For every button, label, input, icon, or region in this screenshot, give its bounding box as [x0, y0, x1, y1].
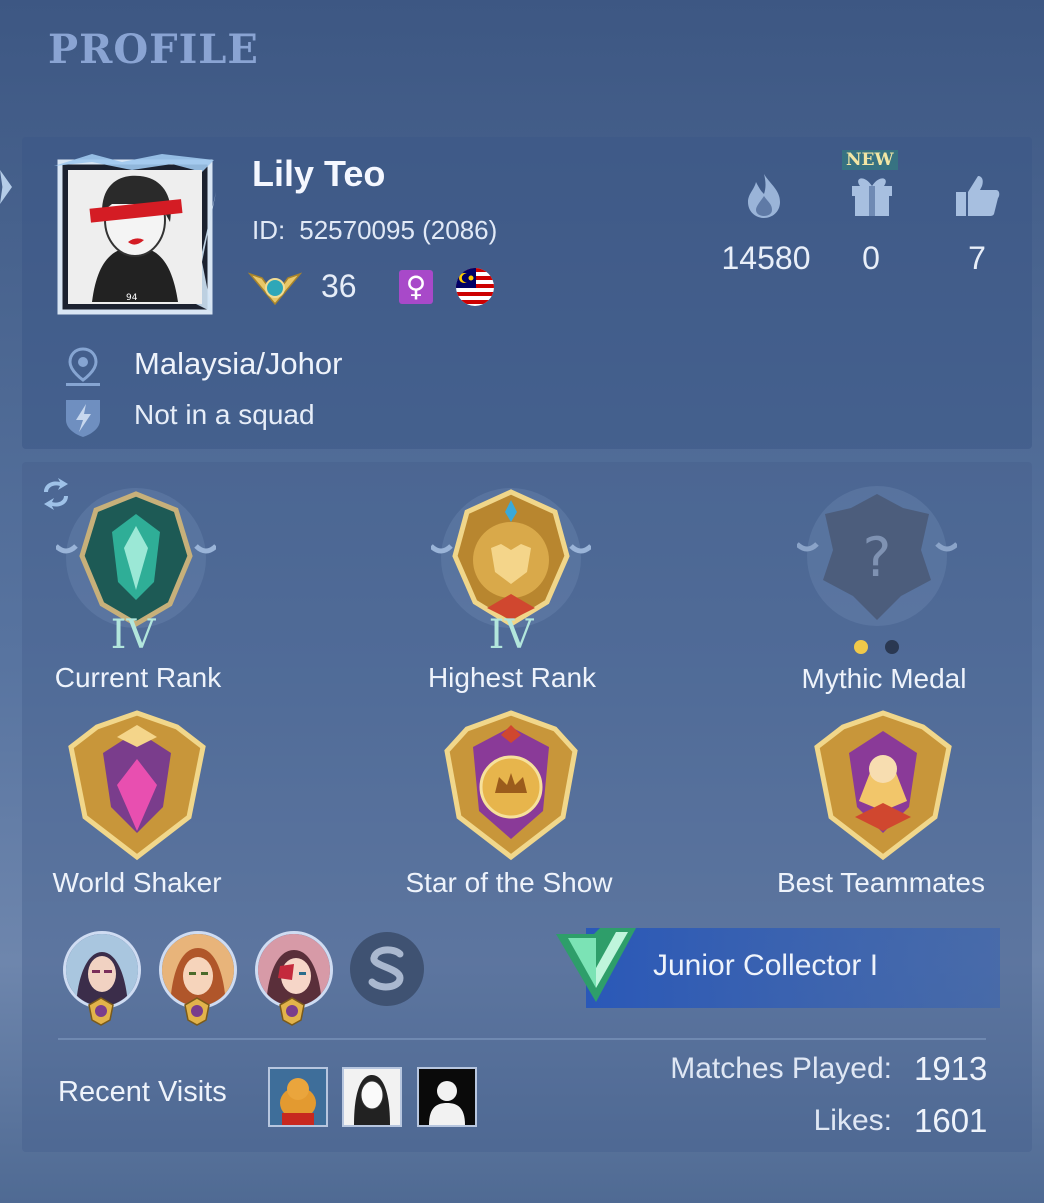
- svg-text:94: 94: [126, 293, 138, 303]
- carousel-dot[interactable]: [885, 640, 899, 654]
- location-text: Malaysia/Johor: [134, 346, 343, 381]
- likes-count-top: 7: [968, 240, 986, 276]
- matches-played-value: 1913: [914, 1050, 988, 1087]
- new-badge: NEW: [842, 150, 898, 170]
- level-badge-icon: [247, 268, 303, 310]
- recent-visitor-1[interactable]: [268, 1067, 328, 1127]
- player-id: ID: 52570095 (2086): [252, 215, 497, 246]
- carousel-dot-active[interactable]: [854, 640, 868, 654]
- recent-visitor-3[interactable]: [417, 1067, 477, 1127]
- world-shaker-medal[interactable]: [57, 707, 217, 867]
- profile-avatar[interactable]: 94: [52, 152, 218, 318]
- popularity-count: 14580: [721, 240, 811, 276]
- highest-rank-label: Highest Rank: [427, 662, 597, 693]
- gift-icon[interactable]: [848, 172, 896, 220]
- location-pin-icon: [62, 346, 104, 388]
- mythic-medal-locked[interactable]: ?: [795, 484, 959, 644]
- skin-icon[interactable]: [350, 932, 424, 1006]
- current-rank-label: Current Rank: [54, 662, 222, 693]
- side-arrow-indicator[interactable]: [0, 170, 12, 204]
- mythic-medal-label: Mythic Medal: [801, 663, 967, 694]
- player-id-value: 52570095 (2086): [299, 215, 498, 245]
- recent-visits-label: Recent Visits: [58, 1076, 227, 1108]
- hero-rank-medal-icon: [182, 996, 212, 1026]
- star-of-the-show-label: Star of the Show: [405, 867, 613, 898]
- hero-rank-medal-icon: [277, 996, 307, 1026]
- thumbs-up-icon[interactable]: [954, 172, 1002, 220]
- player-name: Lily Teo: [252, 153, 386, 194]
- recent-visitor-2[interactable]: [342, 1067, 402, 1127]
- best-teammates-label: Best Teammates: [776, 867, 986, 898]
- hero-rank-medal-icon: [86, 996, 116, 1026]
- player-level: 36: [321, 268, 357, 304]
- world-shaker-label: World Shaker: [52, 867, 222, 898]
- likes-value: 1601: [914, 1102, 988, 1139]
- highest-rank-tier: IV: [488, 612, 534, 658]
- best-teammates-medal[interactable]: [803, 707, 963, 867]
- gift-count: 0: [862, 240, 880, 276]
- svg-text:?: ?: [863, 526, 892, 589]
- squad-status: Not in a squad: [134, 399, 315, 430]
- page-title: PROFILE: [48, 26, 259, 73]
- likes-label: Likes:: [813, 1104, 892, 1137]
- malaysia-flag-icon: [456, 268, 494, 306]
- squad-shield-icon[interactable]: [62, 396, 104, 438]
- section-divider: [58, 1038, 986, 1040]
- gender-female-icon: ♀: [399, 270, 433, 304]
- matches-played-label: Matches Played:: [670, 1052, 892, 1085]
- collector-title: Junior Collector I: [653, 949, 879, 982]
- flame-icon[interactable]: [740, 172, 788, 220]
- current-rank-tier: IV: [110, 612, 156, 658]
- star-of-the-show-medal[interactable]: [431, 707, 591, 867]
- player-id-label: ID:: [252, 215, 286, 245]
